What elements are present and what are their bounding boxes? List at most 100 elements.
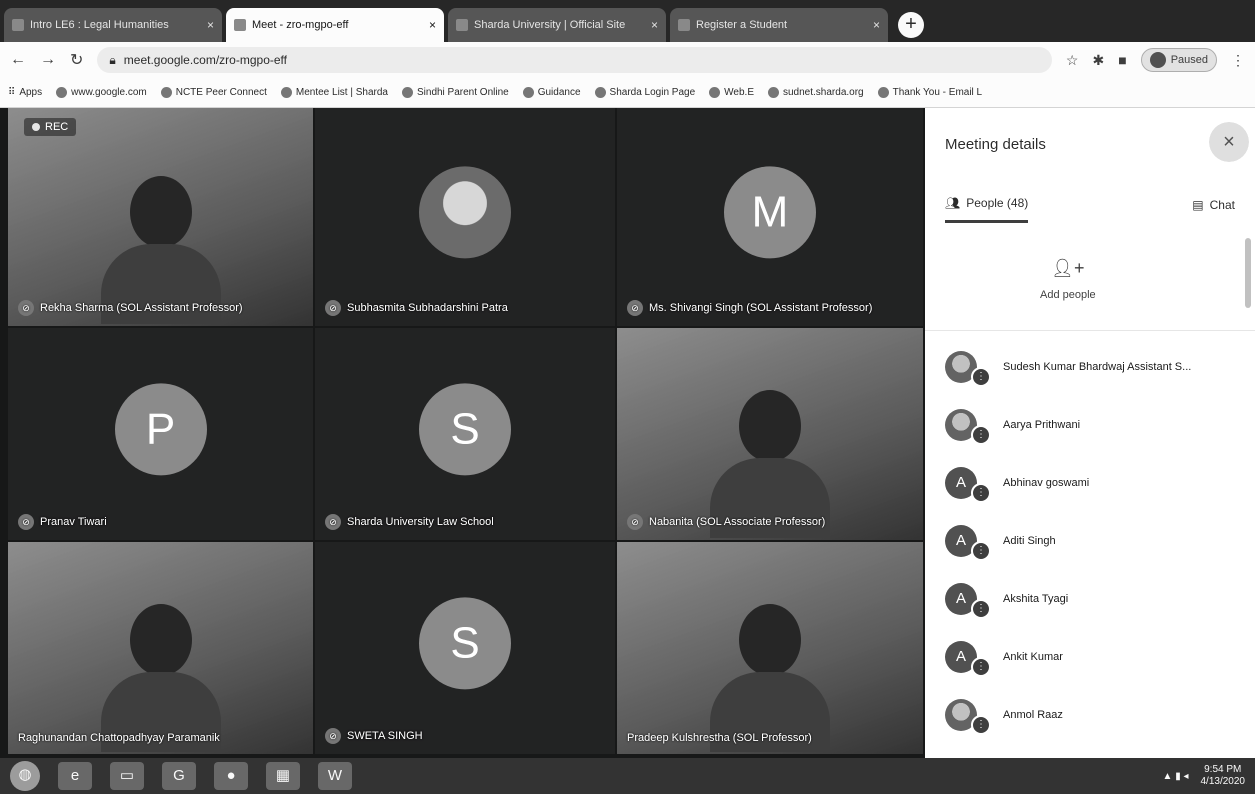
- puzzle-icon[interactable]: ■: [1118, 52, 1126, 68]
- meet-video-grid: REC ⊘ Rekha Sharma (SOL Assistant Profess…: [0, 108, 925, 758]
- back-arrow-icon[interactable]: ←: [10, 51, 26, 69]
- close-icon[interactable]: ×: [1209, 122, 1249, 162]
- favicon-icon: [678, 19, 690, 31]
- mic-off-icon: ⊘: [18, 300, 34, 316]
- apps-grid-icon: ⠿: [8, 87, 16, 98]
- divider: [925, 330, 1255, 331]
- meeting-details-panel: Meeting details × 👥︎ People (48) ▤ Chat 👤︎…: [925, 108, 1255, 758]
- scrollbar[interactable]: [1245, 238, 1251, 308]
- favicon-icon: [456, 19, 468, 31]
- participant-tile[interactable]: M ⊘ Ms. Shivangi Singh (SOL Assistant Pro…: [617, 108, 923, 326]
- browser-tab-3[interactable]: Sharda University | Official Site ×: [448, 8, 666, 42]
- media-taskbar-icon[interactable]: ●: [214, 762, 248, 790]
- participant-tile[interactable]: S ⊘ Sharda University Law School: [315, 328, 615, 540]
- participant-name-label: ⊘ Nabanita (SOL Associate Professor): [627, 514, 825, 530]
- bookmark-item[interactable]: Sindhi Parent Online: [401, 87, 509, 98]
- globe-icon: [160, 87, 172, 98]
- tab-title: Register a Student: [696, 19, 788, 31]
- avatar: A ⋮: [945, 467, 991, 503]
- participant-tile[interactable]: S ⊘ SWETA SINGH: [315, 542, 615, 754]
- bookmark-item[interactable]: Guidance: [522, 87, 581, 98]
- avatar: A ⋮: [945, 525, 991, 561]
- add-people-button[interactable]: 👤︎+ Add people: [1040, 258, 1096, 301]
- bookmark-item[interactable]: www.google.com: [56, 87, 147, 98]
- bookmark-item[interactable]: Mentee List | Sharda: [280, 87, 388, 98]
- participant-tile[interactable]: P ⊘ Pranav Tiwari: [8, 328, 313, 540]
- panel-title: Meeting details: [945, 136, 1046, 153]
- start-button[interactable]: ◍: [10, 761, 40, 791]
- globe-icon: [877, 87, 889, 98]
- bookmark-item[interactable]: NCTE Peer Connect: [160, 87, 267, 98]
- bookmark-item[interactable]: Sharda Login Page: [594, 87, 695, 98]
- screen: Intro LE6 : Legal Humanities × Meet - zro…: [0, 0, 1255, 794]
- participant-avatar: S: [419, 597, 511, 690]
- list-item[interactable]: A ⋮ Ankit Kumar: [945, 628, 1245, 686]
- reload-icon[interactable]: ↻: [70, 50, 83, 70]
- profile-avatar: [1149, 52, 1166, 68]
- address-bar[interactable]: 🔒︎ meet.google.com/zro-mgpo-eff: [97, 47, 1052, 73]
- browser-tab-2[interactable]: Meet - zro-mgpo-eff ×: [226, 8, 444, 42]
- forward-arrow-icon[interactable]: →: [40, 51, 56, 69]
- globe-icon: [401, 87, 413, 98]
- mic-off-icon: ⊘: [325, 300, 341, 316]
- participant-name-label: ⊘ Subhasmita Subhadarshini Patra: [325, 300, 508, 316]
- word-taskbar-icon[interactable]: W: [318, 762, 352, 790]
- extension-icon[interactable]: ✱: [1092, 52, 1104, 69]
- list-item[interactable]: ⋮ Aarya Prithwani: [945, 396, 1245, 454]
- participant-tile[interactable]: ⊘ Nabanita (SOL Associate Professor): [617, 328, 923, 540]
- participant-name-label: ⊘ SWETA SINGH: [325, 728, 423, 744]
- list-item[interactable]: A ⋮ Akshita Tyagi: [945, 570, 1245, 628]
- participant-tile[interactable]: Raghunandan Chattopadhyay Paramanik: [8, 542, 313, 754]
- favicon-icon: [12, 19, 24, 31]
- close-tab-icon[interactable]: ×: [651, 18, 658, 32]
- tab-people[interactable]: 👥︎ People (48): [945, 196, 1029, 223]
- list-item[interactable]: ⋮ Sudesh Kumar Bhardwaj Assistant S...: [945, 338, 1245, 396]
- tab-title: Sharda University | Official Site: [474, 19, 626, 31]
- participant-name-label: ⊘ Ms. Shivangi Singh (SOL Assistant Profe…: [627, 300, 872, 316]
- avatar: ⋮: [945, 699, 991, 735]
- participant-name-label: ⊘ Sharda University Law School: [325, 514, 494, 530]
- clock[interactable]: 9:54 PM 4/13/2020: [1201, 764, 1246, 788]
- tab-chat[interactable]: ▤ Chat: [1192, 196, 1235, 223]
- bookmark-item[interactable]: Thank You - Email L: [877, 87, 982, 98]
- chat-icon: ▤: [1192, 197, 1204, 212]
- list-item[interactable]: A ⋮ Abhinav goswami: [945, 454, 1245, 512]
- mic-off-icon: ⊘: [18, 514, 34, 530]
- list-item[interactable]: ⋮ Anmol Raaz: [945, 686, 1245, 744]
- people-list: ⋮ Sudesh Kumar Bhardwaj Assistant S... ⋮ A…: [945, 338, 1245, 744]
- ie-taskbar-icon[interactable]: e: [58, 762, 92, 790]
- menu-kebab-icon[interactable]: ⋮: [1231, 52, 1245, 69]
- explorer-taskbar-icon[interactable]: ▭: [110, 762, 144, 790]
- avatar: A ⋮: [945, 583, 991, 619]
- participant-tile[interactable]: ⊘ Subhasmita Subhadarshini Patra: [315, 108, 615, 326]
- bookmark-apps[interactable]: ⠿ Apps: [8, 87, 42, 98]
- close-tab-icon[interactable]: ×: [873, 18, 880, 32]
- app-taskbar-icon[interactable]: ▦: [266, 762, 300, 790]
- mic-off-icon: ⊘: [325, 728, 341, 744]
- list-item[interactable]: A ⋮ Aditi Singh: [945, 512, 1245, 570]
- participant-name-label: ⊘ Pranav Tiwari: [18, 514, 107, 530]
- participant-tile[interactable]: REC ⊘ Rekha Sharma (SOL Assistant Profess…: [8, 108, 313, 326]
- tab-title: Meet - zro-mgpo-eff: [252, 19, 349, 31]
- close-tab-icon[interactable]: ×: [207, 18, 214, 32]
- new-tab-button[interactable]: +: [898, 12, 924, 38]
- mic-off-icon: ⊘: [627, 300, 643, 316]
- bookmark-item[interactable]: Web.E: [709, 87, 754, 98]
- globe-icon: [709, 87, 721, 98]
- participant-name-label: ⊘ Rekha Sharma (SOL Assistant Professor): [18, 300, 243, 316]
- add-person-icon: 👤︎+: [1051, 258, 1085, 278]
- browser-tab-4[interactable]: Register a Student ×: [670, 8, 888, 42]
- avatar: ⋮: [945, 351, 991, 387]
- browser-tab-strip: Intro LE6 : Legal Humanities × Meet - zro…: [0, 0, 1255, 42]
- bookmarks-bar: ⠿ Apps www.google.com NCTE Peer Connect M…: [0, 78, 1255, 108]
- bookmark-star-icon[interactable]: ☆: [1066, 52, 1079, 69]
- close-tab-icon[interactable]: ×: [429, 18, 436, 32]
- browser-tab-1[interactable]: Intro LE6 : Legal Humanities ×: [4, 8, 222, 42]
- bookmark-item[interactable]: sudnet.sharda.org: [768, 87, 864, 98]
- participant-tile[interactable]: Pradeep Kulshrestha (SOL Professor): [617, 542, 923, 754]
- record-dot-icon: [32, 123, 40, 131]
- favicon-icon: [234, 19, 246, 31]
- network-icon[interactable]: ▲ ▮ ◂: [1163, 771, 1189, 782]
- profile-button[interactable]: Paused: [1140, 48, 1217, 72]
- chrome-taskbar-icon[interactable]: G: [162, 762, 196, 790]
